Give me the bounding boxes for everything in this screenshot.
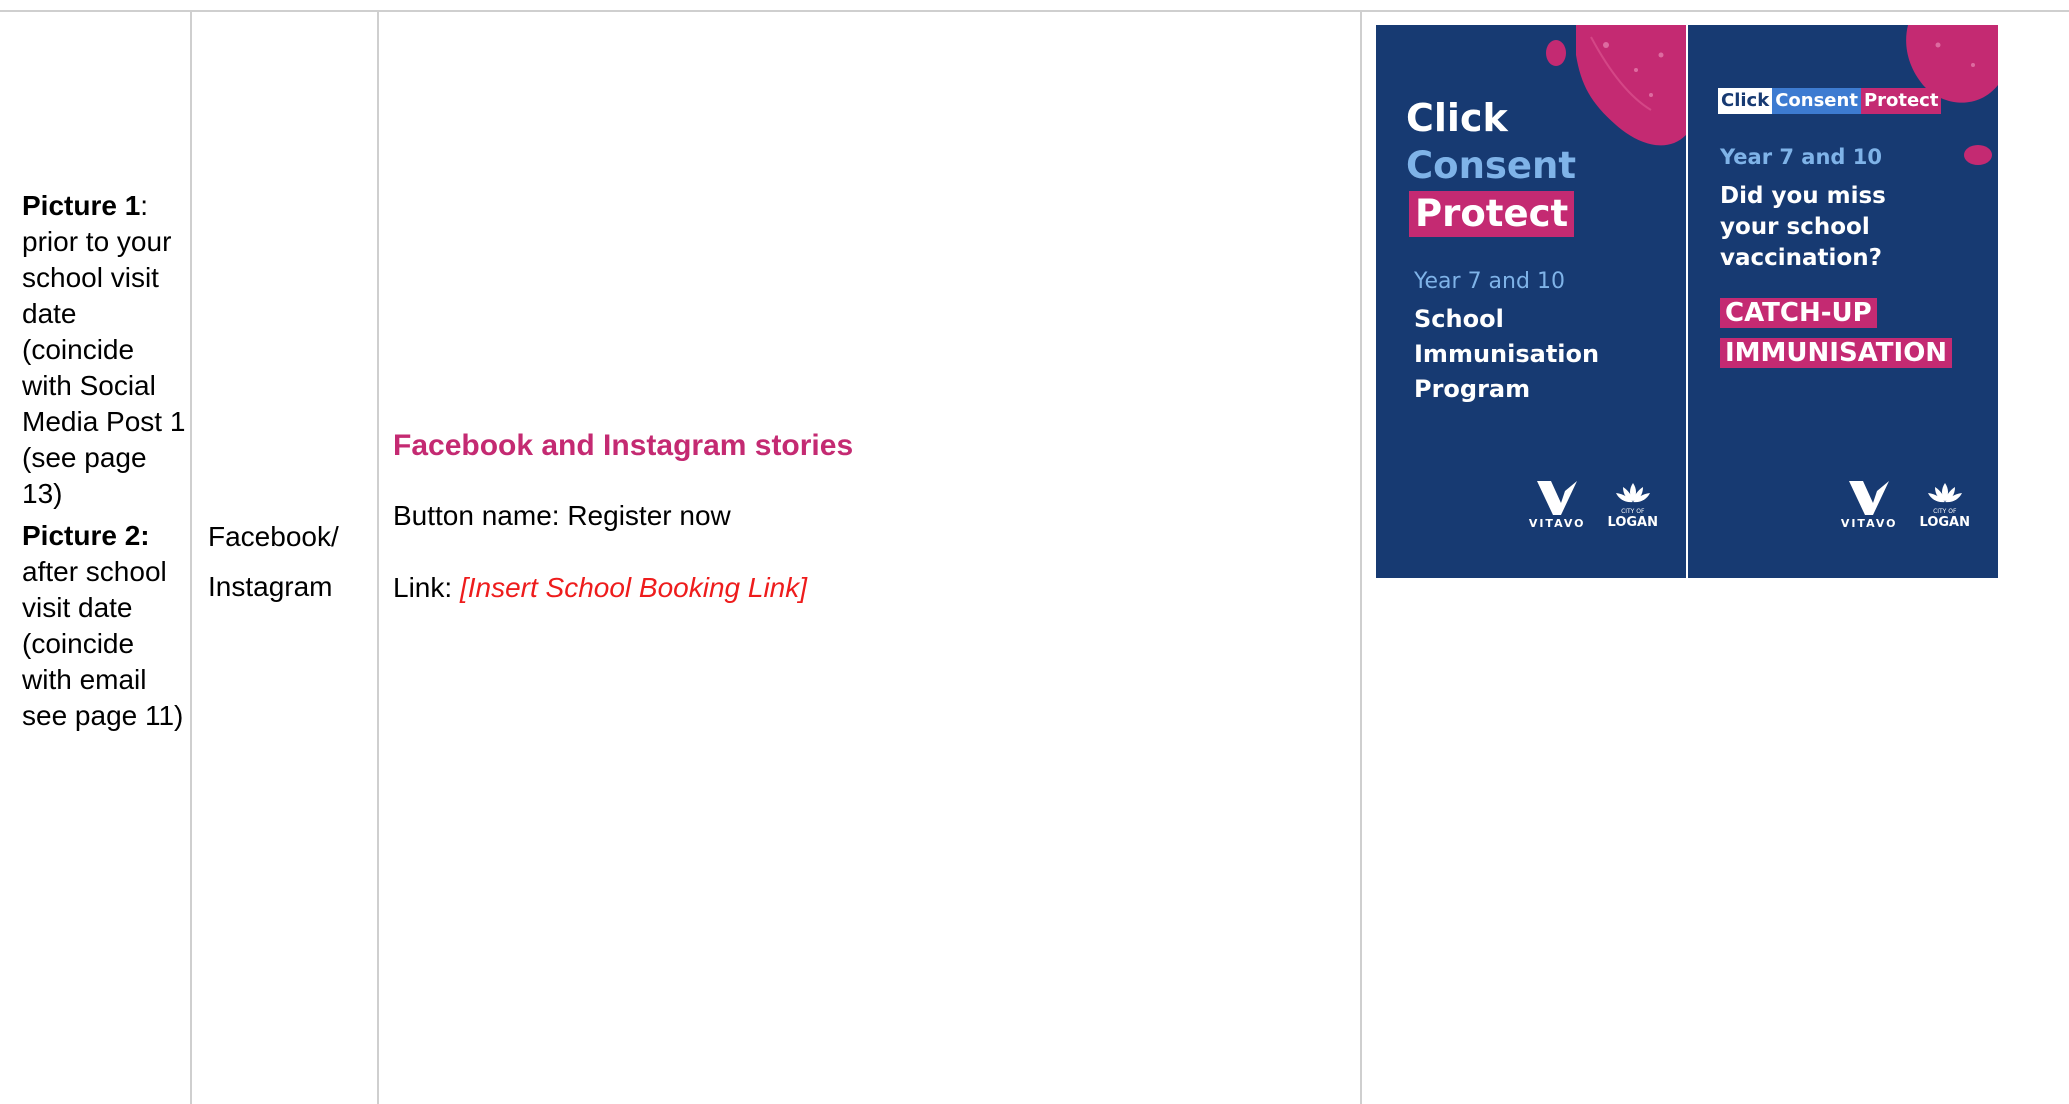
picture1-label: Picture 1 xyxy=(22,190,141,221)
poster2-tag-click: Click xyxy=(1718,88,1773,114)
picture1-text: prior to your school visit date (coincid… xyxy=(22,226,186,509)
timing-cell: Picture 1: prior to your school visit da… xyxy=(22,188,188,740)
logan-city-text-2: CITY OF xyxy=(1933,508,1957,515)
story-image-1: Click Consent Protect Year 7 and 10 Scho… xyxy=(1376,25,1686,578)
vitavo-text: VITAVO xyxy=(1528,517,1586,530)
link-placeholder[interactable]: [Insert School Booking Link] xyxy=(460,572,807,603)
poster2-logos: VITAVO CITY OF LOGAN xyxy=(1841,481,1970,530)
picture1-paragraph: Picture 1: prior to your school visit da… xyxy=(22,188,188,512)
poster1-program-line-1: School xyxy=(1414,305,1504,333)
poster2-question-line-2: your school xyxy=(1720,214,1870,240)
logan-logo: CITY OF LOGAN xyxy=(1608,481,1658,530)
poster2-catchup-line-1: CATCH-UP xyxy=(1720,298,1877,328)
poster1-program: School Immunisation Program xyxy=(1414,302,1599,407)
channel-line-1: Facebook/ xyxy=(208,521,339,552)
picture2-paragraph: Picture 2: after school visit date (coin… xyxy=(22,518,188,734)
document-page: Picture 1: prior to your school visit da… xyxy=(0,0,2069,1104)
poster2-catchup-line-2: IMMUNISATION xyxy=(1720,338,1953,368)
poster1-program-line-3: Program xyxy=(1414,375,1531,403)
poster1-consent: Consent xyxy=(1406,144,1577,187)
link-line: Link: [Insert School Booking Link] xyxy=(393,570,1333,606)
logan-text: LOGAN xyxy=(1607,515,1658,530)
poster2-year: Year 7 and 10 xyxy=(1720,145,1882,169)
poster1-year: Year 7 and 10 xyxy=(1414,269,1565,294)
poster1-logos: VITAVO CITY OF LOGAN xyxy=(1529,481,1658,530)
table-column-divider-3 xyxy=(1360,10,1362,1104)
table-column-divider-1 xyxy=(190,10,192,1104)
vitavo-logo-2: VITAVO xyxy=(1841,481,1898,530)
logan-logo-2: CITY OF LOGAN xyxy=(1920,481,1970,530)
poster2-tagline: Click Consent Protect xyxy=(1718,88,1942,114)
channel-line-2: Instagram xyxy=(208,571,333,602)
content-heading: Facebook and Instagram stories xyxy=(393,429,854,462)
logan-city-text: CITY OF xyxy=(1621,508,1645,515)
poster2-question: Did you miss your school vaccination? xyxy=(1720,181,1886,274)
poster1-click: Click xyxy=(1406,96,1508,140)
picture2-label: Picture 2: xyxy=(22,520,150,551)
poster2-question-line-3: vaccination? xyxy=(1720,245,1882,271)
logan-text-2: LOGAN xyxy=(1919,515,1970,530)
poster2-catchup: CATCH-UP IMMUNISATION xyxy=(1720,293,1953,373)
vitavo-logo: VITAVO xyxy=(1529,481,1586,530)
poster1-program-line-2: Immunisation xyxy=(1414,340,1600,368)
vitavo-v-icon xyxy=(1537,481,1578,515)
poster2-question-line-1: Did you miss xyxy=(1720,183,1886,209)
picture2-text: after school visit date (coincide with e… xyxy=(22,556,184,731)
table-top-border xyxy=(0,10,2069,12)
lotus-icon xyxy=(1615,483,1650,503)
poster2-tag-protect: Protect xyxy=(1860,88,1942,114)
button-name-line: Button name: Register now xyxy=(393,500,731,531)
vitavo-v-icon-2 xyxy=(1849,481,1890,515)
picture1-colon: : xyxy=(140,190,149,221)
content-cell: Facebook and Instagram stories Button na… xyxy=(393,428,1333,642)
lotus-icon-2 xyxy=(1927,483,1962,503)
link-prefix: Link: xyxy=(393,572,460,603)
channel-cell: Facebook/ Instagram xyxy=(208,512,378,612)
poster2-tag-consent: Consent xyxy=(1772,88,1861,114)
story-image-2: Click Consent Protect Year 7 and 10 Did … xyxy=(1688,25,1998,578)
poster1-protect: Protect xyxy=(1409,191,1575,237)
vitavo-text-2: VITAVO xyxy=(1840,517,1898,530)
